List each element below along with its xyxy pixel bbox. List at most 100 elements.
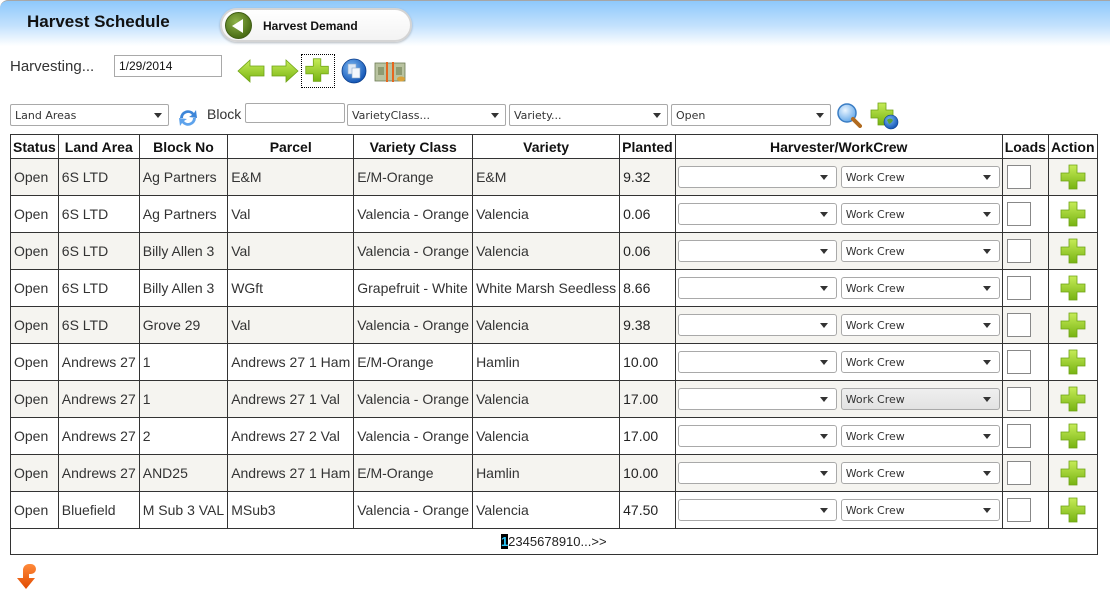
loads-input[interactable] [1006,202,1031,226]
harvest-demand-button[interactable]: Harvest Demand [220,8,412,42]
add-row-plus-icon[interactable] [1059,385,1087,413]
variety-select[interactable]: Variety... [509,104,668,126]
page-link-4[interactable]: 4 [523,534,530,549]
column-header-variety[interactable]: Variety [472,134,621,159]
land-areas-select[interactable]: Land Areas [10,104,169,126]
column-header-planted[interactable]: Planted [619,134,676,159]
chevron-down-icon [819,471,828,476]
back-arrow-icon [225,12,252,39]
workcrew-select[interactable]: Work Crew [840,166,1000,188]
column-header-block-no[interactable]: Block No [138,134,229,159]
loads-input[interactable] [1006,461,1031,485]
page-link-10[interactable]: 10 [566,534,580,549]
harvest-date-input[interactable] [114,55,222,77]
workcrew-select[interactable]: Work Crew [840,314,1000,336]
money-icon[interactable] [374,61,406,83]
harvester-select[interactable] [677,351,837,373]
loads-input[interactable] [1006,239,1031,263]
arrow-right-icon[interactable] [271,58,299,84]
loads-input[interactable] [1006,276,1031,300]
harvester-select[interactable] [677,425,837,447]
harvester-select[interactable] [677,277,837,299]
loads-input[interactable] [1006,350,1031,374]
workcrew-select[interactable]: Work Crew [840,203,1000,225]
block-input[interactable] [245,103,345,123]
cell-loads [1001,417,1049,455]
refresh-icon[interactable] [175,106,201,130]
arrow-left-icon[interactable] [237,58,265,84]
add-row-plus-icon[interactable] [1059,459,1087,487]
harvester-select[interactable] [677,240,837,262]
harvester-select[interactable] [677,499,837,521]
add-globe-icon[interactable] [870,101,900,131]
page-link-more[interactable]: ... [581,534,592,549]
page-link-next[interactable]: >> [591,534,606,549]
harvester-select[interactable] [677,203,837,225]
loads-input[interactable] [1006,387,1031,411]
column-header-land-area[interactable]: Land Area [57,134,140,159]
add-row-plus-icon[interactable] [1059,496,1087,524]
column-header-variety-class[interactable]: Variety Class [353,134,474,159]
harvester-select[interactable] [677,314,837,336]
loads-input[interactable] [1006,424,1031,448]
copy-icon[interactable] [341,58,367,84]
search-icon[interactable] [836,102,862,128]
add-row-plus-icon[interactable] [1059,422,1087,450]
cell-action [1047,232,1098,270]
add-row-plus-icon[interactable] [1059,200,1087,228]
cell-variety: Valencia [472,491,621,529]
page-link-7[interactable]: 7 [544,534,551,549]
workcrew-select[interactable]: Work Crew [840,277,1000,299]
download-arrow-icon[interactable] [12,562,40,592]
page-link-9[interactable]: 9 [559,534,566,549]
loads-input[interactable] [1006,313,1031,337]
add-row-plus-icon[interactable] [1059,163,1087,191]
cell-land-area: Andrews 27 [57,380,140,418]
harvester-select[interactable] [677,388,837,410]
column-header-loads[interactable]: Loads [1001,134,1049,159]
table-row: Open 6S LTD Ag Partners Val Valencia - Orang… [10,195,1098,233]
loads-input[interactable] [1006,165,1031,189]
cell-planted: 10.00 [619,454,676,492]
add-row-plus-icon[interactable] [1059,274,1087,302]
status-select[interactable]: Open [671,104,831,126]
loads-input[interactable] [1006,498,1031,522]
harvester-select[interactable] [677,462,837,484]
page-link-3[interactable]: 3 [515,534,522,549]
workcrew-value: Work Crew [845,504,905,517]
workcrew-value: Work Crew [845,208,905,221]
workcrew-select[interactable]: Work Crew [840,240,1000,262]
page-link-8[interactable]: 8 [552,534,559,549]
workcrew-select[interactable]: Work Crew [840,351,1000,373]
cell-status: Open [10,269,59,307]
cell-harvester-workcrew: Work Crew [674,306,1003,344]
variety-class-select[interactable]: VarietyClass... [347,104,506,126]
workcrew-value: Work Crew [845,319,905,332]
variety-value: Variety... [514,109,562,122]
workcrew-select[interactable]: Work Crew [840,388,1000,410]
cell-harvester-workcrew: Work Crew [674,158,1003,196]
add-row-plus-icon[interactable] [1059,311,1087,339]
chevron-down-icon [819,360,828,365]
pager-cell: 12345678910...>> [10,528,1098,555]
workcrew-select[interactable]: Work Crew [840,425,1000,447]
add-row-plus-icon[interactable] [1059,237,1087,265]
column-header-parcel[interactable]: Parcel [227,134,355,159]
add-schedule-button[interactable] [301,54,335,88]
workcrew-select[interactable]: Work Crew [840,462,1000,484]
column-header-action[interactable]: Action [1047,134,1098,159]
cell-land-area: 6S LTD [57,306,140,344]
add-row-plus-icon[interactable] [1059,348,1087,376]
workcrew-value: Work Crew [845,356,905,369]
harvester-select[interactable] [677,166,837,188]
column-header-status[interactable]: Status [10,134,59,159]
cell-loads [1001,380,1049,418]
cell-variety-class: Grapefruit - White [353,269,474,307]
column-header-harvester-workcrew[interactable]: Harvester/WorkCrew [674,134,1003,159]
cell-variety-class: Valencia - Orange [353,306,474,344]
block-label: Block [207,106,242,122]
cell-harvester-workcrew: Work Crew [674,380,1003,418]
cell-land-area: Andrews 27 [57,417,140,455]
cell-planted: 17.00 [619,417,676,455]
workcrew-select[interactable]: Work Crew [840,499,1000,521]
